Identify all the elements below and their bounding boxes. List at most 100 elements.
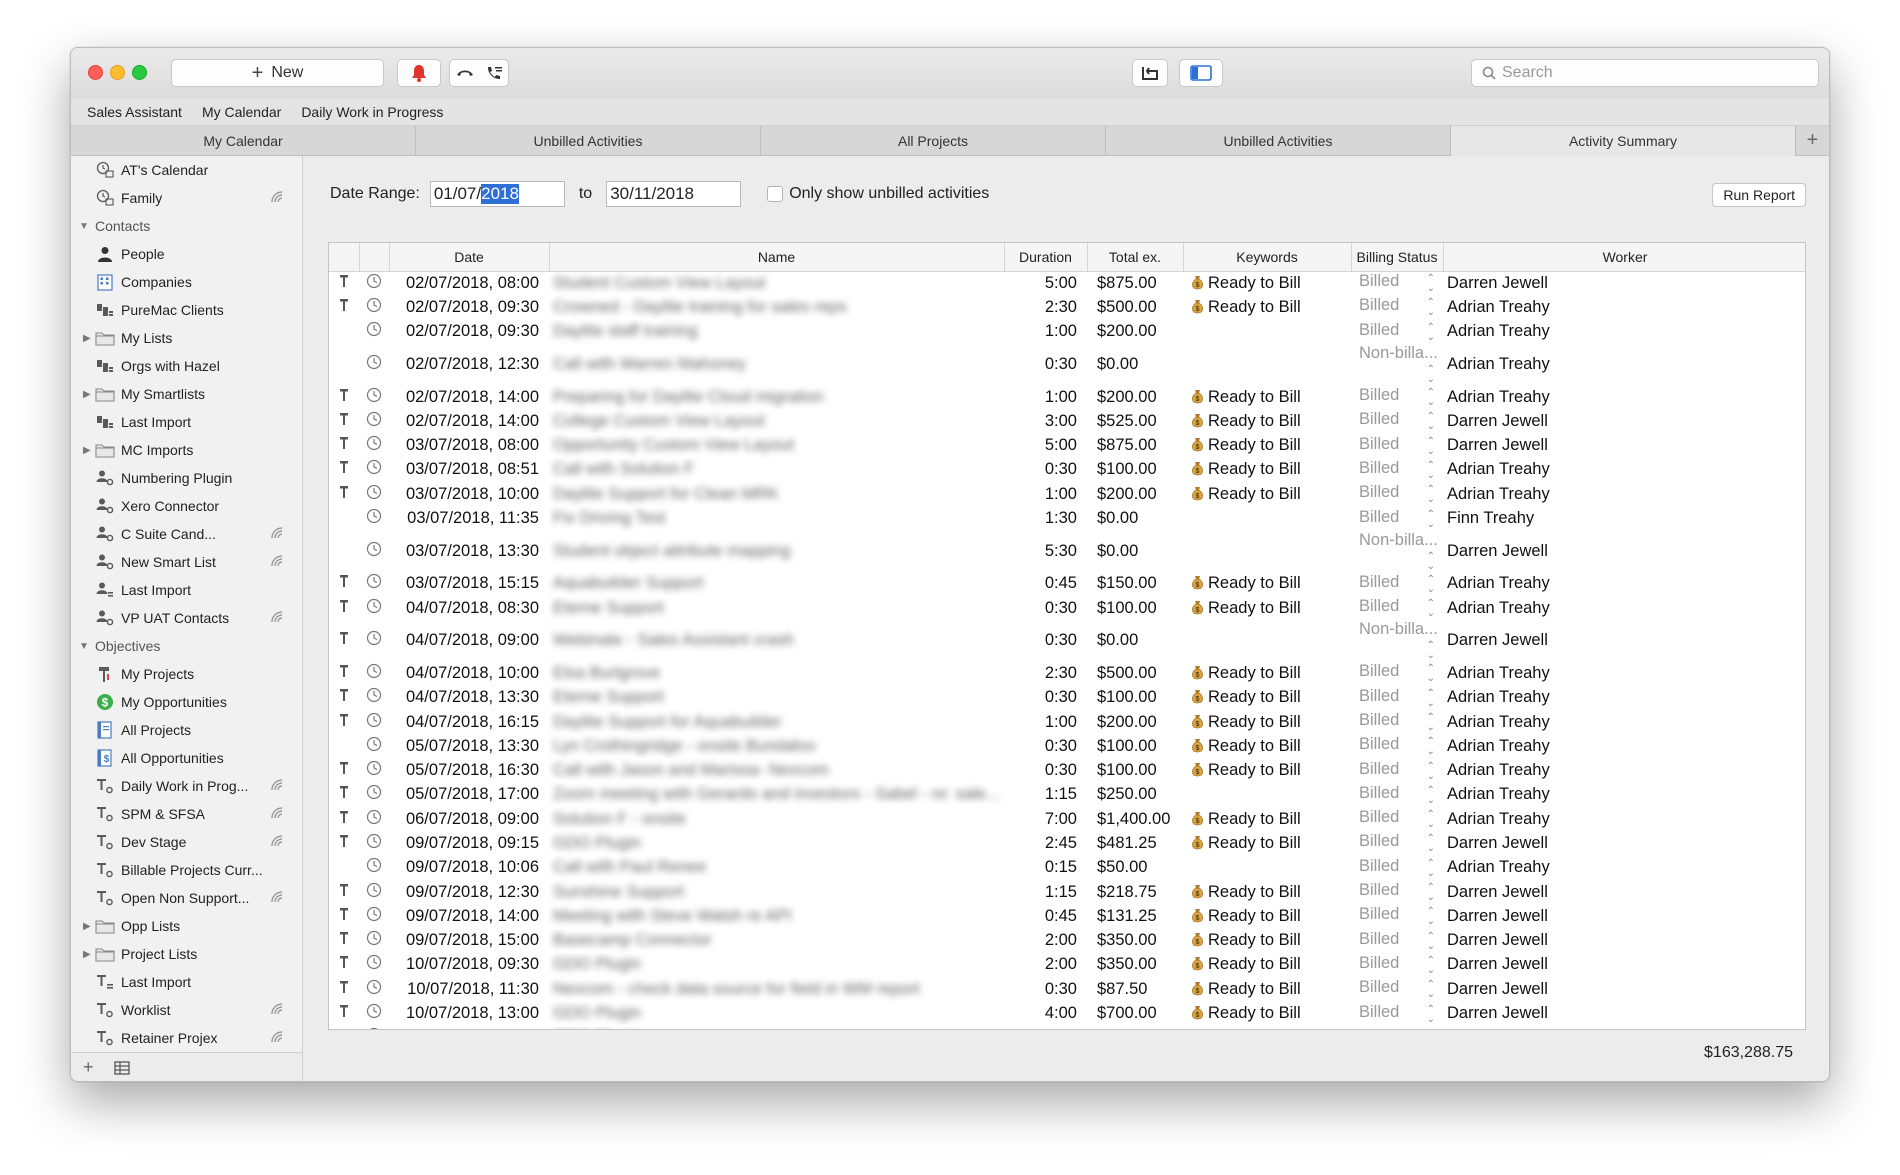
table-row[interactable]: 03/07/2018, 13:30 Student object attribut… bbox=[329, 531, 1805, 572]
popup-stepper-icon[interactable]: ⌃⌄ bbox=[1427, 664, 1435, 684]
table-row[interactable]: 09/07/2018, 15:00 Basecamp Connector 2:00 $… bbox=[329, 929, 1805, 953]
add-list-button[interactable]: + bbox=[83, 1057, 94, 1078]
cell-billing-status[interactable]: Billed ⌃⌄ bbox=[1351, 686, 1443, 710]
tab-my-calendar[interactable]: My Calendar bbox=[71, 126, 416, 156]
popup-stepper-icon[interactable]: ⌃⌄ bbox=[1427, 460, 1435, 481]
popup-stepper-icon[interactable]: ⌃⌄ bbox=[1427, 955, 1435, 976]
popup-stepper-icon[interactable]: ⌃⌄ bbox=[1427, 641, 1435, 661]
cell-billing-status[interactable]: Billed ⌃⌄ bbox=[1351, 1001, 1443, 1025]
table-row[interactable]: 04/07/2018, 08:30 Eterne Support 0:30 $100.… bbox=[329, 596, 1805, 620]
sidebar-item-my-lists[interactable]: ▶ My Lists bbox=[71, 324, 302, 352]
cell-billing-status[interactable]: Billed ⌃⌄ bbox=[1351, 904, 1443, 928]
cell-billing-status[interactable]: Billed ⌃⌄ bbox=[1351, 977, 1443, 1001]
cell-billing-status[interactable]: Billed ⌃⌄ bbox=[1351, 856, 1443, 880]
popup-stepper-icon[interactable]: ⌃⌄ bbox=[1427, 364, 1435, 385]
popup-stepper-icon[interactable]: ⌃⌄ bbox=[1427, 834, 1435, 854]
table-row[interactable]: 02/07/2018, 09:30 Daylite staff training 1… bbox=[329, 320, 1805, 344]
sidebar-item-dev-stage[interactable]: Dev Stage bbox=[71, 828, 302, 856]
table-row[interactable]: 05/07/2018, 13:30 Lyn Crothingridge - ons… bbox=[329, 734, 1805, 758]
cell-billing-status[interactable]: Billed ⌃⌄ bbox=[1351, 385, 1443, 409]
col-duration[interactable]: Duration bbox=[1004, 243, 1088, 272]
date-from-field[interactable]: 01/07/2018 bbox=[429, 181, 565, 207]
sidebar-item-my-opportunities[interactable]: $ My Opportunities bbox=[71, 688, 302, 716]
cell-billing-status[interactable]: Billed ⌃⌄ bbox=[1351, 295, 1443, 319]
popup-stepper-icon[interactable]: ⌃⌄ bbox=[1427, 883, 1435, 903]
col-keywords[interactable]: Keywords bbox=[1183, 243, 1352, 272]
table-row[interactable]: 02/07/2018, 08:00 Student Custom View Lay… bbox=[329, 271, 1805, 295]
table-row[interactable]: 09/07/2018, 10:06 Call with Paul Renee 0:1… bbox=[329, 856, 1805, 880]
table-row[interactable]: 10/07/2018, 13:00 GDO Plugin 4:00 $700.00 $ R… bbox=[329, 1001, 1805, 1025]
sidebar-item-billable-projects-curr[interactable]: Billable Projects Curr... bbox=[71, 856, 302, 884]
popup-stepper-icon[interactable]: ⌃⌄ bbox=[1427, 436, 1435, 457]
popup-stepper-icon[interactable]: ⌃⌄ bbox=[1427, 274, 1435, 294]
tab-unbilled-activities-2[interactable]: Unbilled Activities bbox=[1106, 126, 1451, 156]
call-log-icon[interactable] bbox=[485, 65, 503, 81]
cell-billing-status[interactable]: Billed ⌃⌄ bbox=[1351, 710, 1443, 734]
sidebar-item-daily-work-in-prog[interactable]: Daily Work in Prog... bbox=[71, 772, 302, 800]
table-row[interactable]: 09/07/2018, 12:30 Sunshine Support 1:15 $21… bbox=[329, 880, 1805, 904]
tab-all-projects[interactable]: All Projects bbox=[761, 126, 1106, 156]
unbilled-only-checkbox[interactable] bbox=[767, 186, 784, 202]
sidebar-item-last-import[interactable]: Last Import bbox=[71, 968, 302, 996]
table-row[interactable]: 10/07/2018, 11:30 Nexcom - check data sou… bbox=[329, 977, 1805, 1001]
cell-billing-status[interactable]: Billed ⌃⌄ bbox=[1351, 596, 1443, 620]
popup-stepper-icon[interactable]: ⌃⌄ bbox=[1427, 761, 1435, 782]
table-row[interactable]: 05/07/2018, 17:00 Zoom meeting with Gerar… bbox=[329, 783, 1805, 807]
table-row[interactable]: 06/07/2018, 09:00 Solution F - onsite 7:00… bbox=[329, 807, 1805, 831]
disclosure-triangle-icon[interactable]: ▶ bbox=[83, 445, 95, 456]
sidebar-item-my-smartlists[interactable]: ▶ My Smartlists bbox=[71, 380, 302, 408]
popup-stepper-icon[interactable]: ⌃⌄ bbox=[1427, 980, 1435, 1000]
disclosure-triangle-icon[interactable]: ▼ bbox=[79, 641, 91, 652]
sidebar-section-contacts[interactable]: ▼ Contacts bbox=[71, 212, 302, 240]
popup-stepper-icon[interactable]: ⌃⌄ bbox=[1427, 907, 1435, 927]
sidebar-item-my-projects[interactable]: My Projects bbox=[71, 660, 302, 688]
sidebar-item-all-opportunities[interactable]: $ All Opportunities bbox=[71, 744, 302, 772]
popup-stepper-icon[interactable]: ⌃⌄ bbox=[1427, 551, 1435, 572]
hangup-icon[interactable] bbox=[456, 67, 474, 79]
call-buttons[interactable] bbox=[449, 59, 509, 87]
sidebar-item-companies[interactable]: Companies bbox=[71, 268, 302, 296]
popup-stepper-icon[interactable]: ⌃⌄ bbox=[1427, 388, 1435, 408]
table-row[interactable]: 02/07/2018, 12:30 Call with Warren Mahone… bbox=[329, 344, 1805, 385]
cell-billing-status[interactable]: Billed ⌃⌄ bbox=[1351, 783, 1443, 807]
table-row[interactable]: 10/07/2018, 09:30 GDO Plugin 2:00 $350.00 $ R… bbox=[329, 953, 1805, 977]
sidebar-item-puremac-clients[interactable]: PureMac Clients bbox=[71, 296, 302, 324]
unbilled-only-label[interactable]: Only show unbilled activities bbox=[789, 185, 989, 203]
table-row[interactable]: 03/07/2018, 11:35 Fix Driving Test 1:30 $0.… bbox=[329, 506, 1805, 530]
cell-billing-status[interactable]: Billed ⌃⌄ bbox=[1351, 271, 1443, 295]
sidebar-item-mc-imports[interactable]: ▶ MC Imports bbox=[71, 436, 302, 464]
col-date[interactable]: Date bbox=[389, 243, 550, 272]
sidebar-item-family[interactable]: Family bbox=[71, 184, 302, 212]
cell-billing-status[interactable]: Billed ⌃⌄ bbox=[1351, 661, 1443, 685]
popup-stepper-icon[interactable]: ⌃⌄ bbox=[1427, 485, 1435, 505]
sidebar-item-last-import[interactable]: Last Import bbox=[71, 408, 302, 436]
sidebar-item-c-suite-cand[interactable]: C Suite Cand... bbox=[71, 520, 302, 548]
sidebar-item-new-smart-list[interactable]: New Smart List bbox=[71, 548, 302, 576]
new-button[interactable]: + New bbox=[171, 59, 384, 87]
inbox-button[interactable] bbox=[1132, 59, 1168, 87]
table-row[interactable]: 03/07/2018, 08:51 Call with Solution F 0:3… bbox=[329, 458, 1805, 482]
cell-billing-status[interactable]: Billed ⌃⌄ bbox=[1351, 831, 1443, 855]
cell-billing-status[interactable]: Non-billa... ⌃ ⌄ bbox=[1351, 531, 1443, 572]
cell-billing-status[interactable]: Billed ⌃⌄ bbox=[1351, 1026, 1443, 1029]
popup-stepper-icon[interactable]: ⌃⌄ bbox=[1427, 1004, 1435, 1025]
disclosure-triangle-icon[interactable]: ▶ bbox=[83, 333, 95, 344]
col-project[interactable] bbox=[329, 243, 360, 272]
table-row[interactable]: 04/07/2018, 10:00 Elsa Burlgrove 2:30 $500.… bbox=[329, 661, 1805, 685]
disclosure-triangle-icon[interactable]: ▶ bbox=[83, 389, 95, 400]
sidebar-item-orgs-with-hazel[interactable]: Orgs with Hazel bbox=[71, 352, 302, 380]
sidebar-item-project-lists[interactable]: ▶ Project Lists bbox=[71, 940, 302, 968]
cell-billing-status[interactable]: Non-billa... ⌃ ⌄ bbox=[1351, 620, 1443, 661]
sidebar-item-spm-sfsa[interactable]: SPM & SFSA bbox=[71, 800, 302, 828]
cell-billing-status[interactable]: Billed ⌃⌄ bbox=[1351, 506, 1443, 530]
cell-billing-status[interactable]: Billed ⌃⌄ bbox=[1351, 758, 1443, 782]
disclosure-triangle-icon[interactable]: ▶ bbox=[83, 921, 95, 932]
favorite-daily-work[interactable]: Daily Work in Progress bbox=[301, 104, 443, 120]
disclosure-triangle-icon[interactable]: ▶ bbox=[83, 949, 95, 960]
table-row[interactable]: 09/07/2018, 09:15 GDO Plugin 2:45 $481.25 $ R… bbox=[329, 831, 1805, 855]
popup-stepper-icon[interactable]: ⌃⌄ bbox=[1427, 713, 1435, 733]
sidebar-item-numbering-plugin[interactable]: Numbering Plugin bbox=[71, 464, 302, 492]
sidebar-toggle-button[interactable] bbox=[1179, 59, 1223, 87]
table-row[interactable]: 03/07/2018, 15:15 Aquabuilder Support 0:45… bbox=[329, 572, 1805, 596]
col-total[interactable]: Total ex. bbox=[1087, 243, 1184, 272]
